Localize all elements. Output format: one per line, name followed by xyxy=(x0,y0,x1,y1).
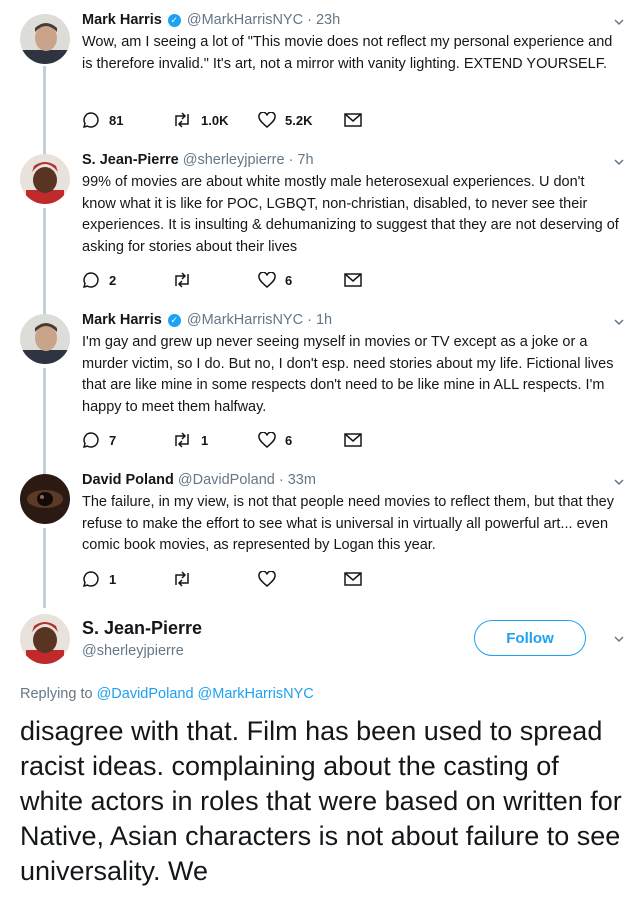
author-handle-time[interactable]: @MarkHarrisNYC · 1h xyxy=(187,312,332,328)
retweet-icon xyxy=(175,272,189,288)
avatar[interactable] xyxy=(20,154,70,204)
reply-button[interactable]: 81 xyxy=(82,110,123,130)
author-handle-time[interactable]: @DavidPoland · 33m xyxy=(178,472,316,488)
retweet-count: 1.0K xyxy=(201,112,229,128)
envelope-icon xyxy=(344,273,362,287)
replying-prefix: Replying to xyxy=(20,686,97,702)
like-button[interactable]: 6 xyxy=(258,270,292,290)
reply-button[interactable]: 1 xyxy=(82,569,116,589)
retweet-button[interactable] xyxy=(172,270,201,290)
like-count: 6 xyxy=(285,432,293,448)
follow-button[interactable]: Follow xyxy=(474,620,586,656)
retweet-button[interactable] xyxy=(172,569,201,589)
chevron-down-icon[interactable] xyxy=(614,17,624,27)
avatar[interactable] xyxy=(20,474,70,524)
replying-to-handles[interactable]: @DavidPoland @MarkHarrisNYC xyxy=(97,686,314,702)
reply-icon xyxy=(82,112,99,129)
reply-button[interactable]: 7 xyxy=(82,430,116,450)
verified-badge-icon: ✓ xyxy=(167,14,181,27)
retweet-icon xyxy=(175,432,189,448)
heart-icon xyxy=(258,571,276,587)
tweet-header: Mark Harris ✓ @MarkHarrisNYC · 23h xyxy=(82,12,340,28)
tweet-header: Mark Harris ✓ @MarkHarrisNYC · 1h xyxy=(82,312,332,328)
author-handle-time[interactable]: @MarkHarrisNYC · 23h xyxy=(187,12,340,28)
direct-message-button[interactable] xyxy=(344,270,362,290)
like-button[interactable]: 5.2K xyxy=(258,110,312,130)
retweet-icon xyxy=(175,571,189,587)
retweet-button[interactable]: 1.0K xyxy=(172,110,228,130)
direct-message-button[interactable] xyxy=(344,110,362,130)
envelope-icon xyxy=(344,433,362,447)
tweet: David Poland @DavidPoland · 33m The fail… xyxy=(0,470,640,605)
author-name[interactable]: S. Jean-Pierre xyxy=(82,618,202,639)
tweet-text: 99% of movies are about white mostly mal… xyxy=(82,174,619,256)
tweet-header: David Poland @DavidPoland · 33m xyxy=(82,472,316,488)
reply-count: 81 xyxy=(109,112,124,128)
reply-icon xyxy=(82,432,99,449)
envelope-icon xyxy=(344,113,362,127)
author-name[interactable]: David Poland xyxy=(82,472,174,488)
reply-count: 1 xyxy=(109,571,117,587)
heart-icon xyxy=(258,432,276,448)
retweet-icon xyxy=(175,112,189,128)
author-name[interactable]: Mark Harris xyxy=(82,312,162,328)
chevron-down-icon[interactable] xyxy=(614,477,624,487)
like-button[interactable]: 6 xyxy=(258,430,292,450)
reply-icon xyxy=(82,571,99,588)
replying-to: Replying to @DavidPoland @MarkHarrisNYC xyxy=(20,686,314,702)
direct-message-button[interactable] xyxy=(344,430,362,450)
tweet-text: The failure, in my view, is not that peo… xyxy=(82,494,614,554)
like-button[interactable] xyxy=(258,569,285,589)
tweet: Mark Harris ✓ @MarkHarrisNYC · 1h I'm ga… xyxy=(0,310,640,470)
author-handle-time[interactable]: @sherleyjpierre · 7h xyxy=(183,152,314,168)
author-handle[interactable]: @sherleyjpierre xyxy=(82,643,184,659)
tweet: Mark Harris ✓ @MarkHarrisNYC · 23h Wow, … xyxy=(0,0,640,150)
retweet-button[interactable]: 1 xyxy=(172,430,208,450)
author-name[interactable]: S. Jean-Pierre xyxy=(82,152,179,168)
reply-button[interactable]: 2 xyxy=(82,270,116,290)
tweet-text: I'm gay and grew up never seeing myself … xyxy=(82,334,614,416)
tweet-text: Wow, am I seeing a lot of "This movie do… xyxy=(82,34,613,72)
avatar[interactable] xyxy=(20,614,70,664)
like-count: 5.2K xyxy=(285,112,313,128)
envelope-icon xyxy=(344,572,362,586)
chevron-down-icon[interactable] xyxy=(614,634,624,644)
retweet-count: 1 xyxy=(201,432,209,448)
reply-count: 2 xyxy=(109,272,117,288)
heart-icon xyxy=(258,272,276,288)
like-count: 6 xyxy=(285,272,293,288)
chevron-down-icon[interactable] xyxy=(614,157,624,167)
reply-count: 7 xyxy=(109,432,117,448)
focused-tweet-text: disagree with that. Film has been used t… xyxy=(20,716,622,886)
avatar[interactable] xyxy=(20,314,70,364)
reply-icon xyxy=(82,272,99,289)
author-name[interactable]: Mark Harris xyxy=(82,12,162,28)
chevron-down-icon[interactable] xyxy=(614,317,624,327)
heart-icon xyxy=(258,112,276,128)
verified-badge-icon: ✓ xyxy=(167,314,181,327)
tweet: S. Jean-Pierre @sherleyjpierre · 7h 99% … xyxy=(0,150,640,310)
avatar[interactable] xyxy=(20,14,70,64)
direct-message-button[interactable] xyxy=(344,569,362,589)
tweet-header: S. Jean-Pierre @sherleyjpierre · 7h xyxy=(82,152,314,168)
